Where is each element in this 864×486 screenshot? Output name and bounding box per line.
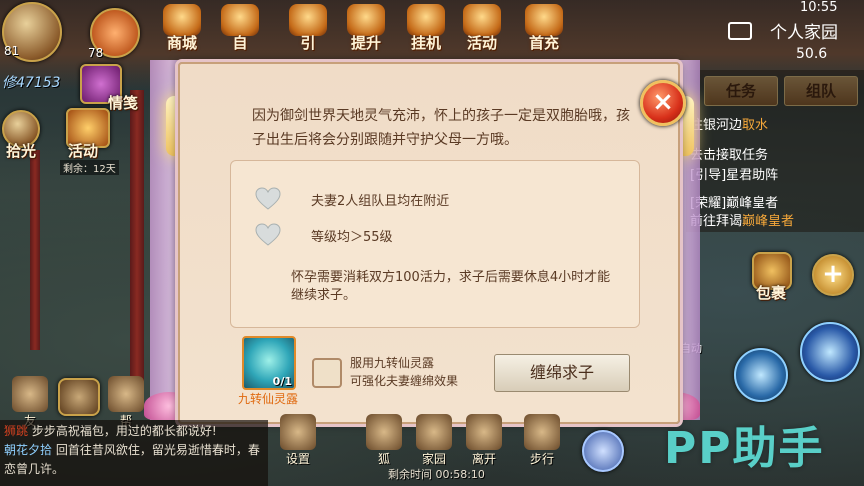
heart-icon xyxy=(255,223,281,247)
strengthen-checkbox[interactable] xyxy=(312,358,342,388)
red-pillar xyxy=(30,150,40,350)
quest-text: 去击接取任务 xyxy=(690,148,769,163)
home-button[interactable]: 家园 xyxy=(414,414,454,474)
quest-item[interactable]: 往银河边取水 xyxy=(690,114,768,133)
clock: 10:55 xyxy=(800,0,838,15)
skill-icon[interactable] xyxy=(734,348,788,402)
dialog-intro: 因为御剑世界天地灵气充沛，怀上的孩子一定是双胞胎哦，孩子出生后将会分别跟随并守护… xyxy=(252,108,630,148)
fox-icon xyxy=(366,414,402,450)
pet-level: 78 xyxy=(88,46,104,60)
walk-button[interactable]: 步行 xyxy=(522,414,562,474)
requirement-text: 等级均＞55级 xyxy=(311,229,393,245)
leave-label: 离开 xyxy=(471,452,496,466)
close-icon[interactable]: × xyxy=(640,80,686,126)
menu-label: 活动 xyxy=(466,34,497,52)
menu-label: 首充 xyxy=(528,34,559,52)
microphone-icon xyxy=(108,376,144,412)
menu-upgrade-button[interactable]: 提升 xyxy=(340,4,392,54)
chat-icon[interactable] xyxy=(58,378,100,416)
event-remaining: 剩余：12天 xyxy=(60,160,119,175)
menu-first-charge-button[interactable]: 首充 xyxy=(518,4,570,54)
combat-power: 修47153 xyxy=(2,75,61,91)
fox-label: 狐 xyxy=(377,452,390,466)
item-count: 0/1 xyxy=(272,375,292,388)
menu-label: 商城 xyxy=(166,34,197,52)
plus-icon[interactable]: + xyxy=(812,254,854,296)
menu-idle-button[interactable]: 挂机 xyxy=(400,4,452,54)
gear-icon xyxy=(280,414,316,450)
settings-button[interactable]: 设置 xyxy=(278,414,318,474)
walk-label: 步行 xyxy=(529,452,554,466)
requirement-item: 夫妻2人组队且均在附近 xyxy=(255,187,449,211)
conceive-dialog: 因为御剑世界天地灵气充沛，怀上的孩子一定是双胞胎哦，孩子出生后将会分别跟随并守护… xyxy=(178,62,680,424)
menu-shop-button[interactable]: 商城 xyxy=(156,4,208,54)
item-name: 九转仙灵露 xyxy=(237,392,298,406)
quest-highlight: 巅峰皇者 xyxy=(742,214,795,229)
red-pillar xyxy=(130,90,144,390)
house-icon xyxy=(416,414,452,450)
chat-sender[interactable]: 朝花夕拾 xyxy=(4,443,52,457)
chat-tag: 狮跳 xyxy=(4,424,29,438)
menu-guide-button[interactable]: 引 xyxy=(282,4,334,54)
plus-glyph: + xyxy=(822,259,844,289)
checkbox-label: 服用九转仙灵露 可强化夫妻缠绵效果 xyxy=(350,354,458,390)
boot-icon xyxy=(524,414,560,450)
requirement-item: 等级均＞55级 xyxy=(255,223,393,247)
fox-button[interactable]: 狐 xyxy=(364,414,404,474)
leave-button[interactable]: 离开 xyxy=(464,414,504,474)
compass-icon[interactable] xyxy=(582,430,624,472)
chat-messages: 狮跳 步步高祝福包，用过的都长都说好! 朝花夕拾 回首往昔风欲住，留光易逝惜春时… xyxy=(4,422,262,479)
item-slot[interactable]: 0/1 xyxy=(242,336,296,390)
checkbox-label-line2: 可强化夫妻缠绵效果 xyxy=(350,374,459,388)
menu-qingjian-label: 情笺 xyxy=(108,94,139,112)
heart-icon xyxy=(255,187,281,211)
settings-label: 设置 xyxy=(285,452,310,466)
menu-label: 提升 xyxy=(350,34,381,52)
chat-message: 步步高祝福包，用过的都长都说好! xyxy=(31,424,217,438)
requirements-panel: 夫妻2人组队且均在附近 等级均＞55级 怀孕需要消耗双方100活力，求子后需要休… xyxy=(230,160,640,328)
attack-icon[interactable] xyxy=(800,322,860,382)
conceive-button[interactable]: 缠绵求子 xyxy=(494,354,630,392)
quest-item[interactable]: [引导]星君助阵 xyxy=(690,164,778,183)
chat-panel[interactable]: 狮跳 步步高祝福包，用过的都长都说好! 朝花夕拾 回首往昔风欲住，留光易逝惜春时… xyxy=(0,420,268,486)
menu-label: 自 xyxy=(232,34,248,52)
quest-text: [引导]星君助阵 xyxy=(690,168,779,183)
menu-huodong-label: 活动 xyxy=(68,142,99,160)
menu-self-button[interactable]: 自 xyxy=(214,4,266,54)
quest-panel[interactable]: 往银河边取水 去击接取任务 [引导]星君助阵 [荣耀]巅峰皇者 前往拜谒巅峰皇者 xyxy=(686,70,864,232)
quest-item[interactable]: [荣耀]巅峰皇者 xyxy=(690,192,778,211)
home-location: 个人家园 xyxy=(770,23,838,43)
quest-highlight: 取水 xyxy=(742,118,769,133)
menu-shiguang-label: 拾光 xyxy=(6,142,37,160)
player-level: 81 xyxy=(4,44,20,58)
requirement-text: 夫妻2人组队且均在附近 xyxy=(311,193,450,209)
menu-event-button[interactable]: 活动 xyxy=(456,4,508,54)
pp-assistant-watermark: PP助手 xyxy=(664,423,825,474)
friends-icon xyxy=(12,376,48,412)
bottom-timer: 剩余时间 00:58:10 xyxy=(388,468,485,481)
home-coords: 50.6 xyxy=(796,46,828,62)
quest-item[interactable]: 前往拜谒巅峰皇者 xyxy=(690,210,794,229)
menu-label: 引 xyxy=(300,34,316,52)
menu-label: 挂机 xyxy=(410,34,441,52)
home-label: 家园 xyxy=(421,452,446,466)
camera-icon[interactable] xyxy=(728,22,752,40)
checkbox-label-line1: 服用九转仙灵露 xyxy=(350,356,435,370)
quest-item[interactable]: 去击接取任务 xyxy=(690,144,768,163)
dialog-note: 怀孕需要消耗双方100活力，求子后需要休息4小时才能继续求子。 xyxy=(291,270,611,303)
quest-text: [荣耀]巅峰皇者 xyxy=(690,196,779,211)
bag-label: 包裹 xyxy=(756,284,787,302)
door-icon xyxy=(466,414,502,450)
